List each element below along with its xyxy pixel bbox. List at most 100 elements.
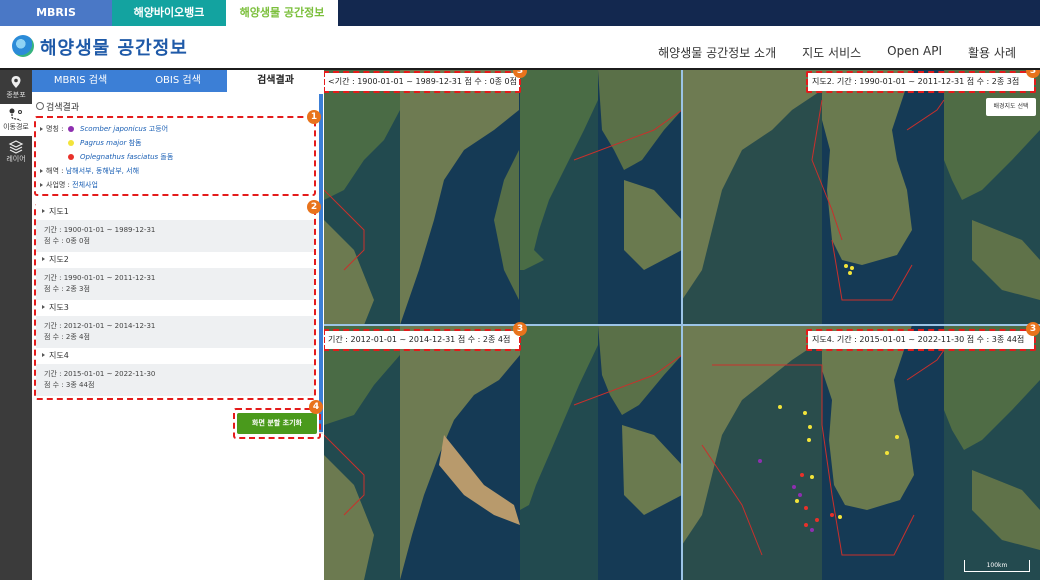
annotation-badge: 3 — [513, 322, 527, 336]
map-item-period: 기간 : 2012-01-01 ~ 2014-12-31 — [44, 322, 156, 330]
species-kor-name: 참돔 — [128, 139, 142, 147]
species-kor-name: 돌돔 — [160, 153, 174, 161]
expand-icon — [42, 257, 45, 261]
expand-icon — [40, 127, 43, 131]
satellite-map-3 — [324, 325, 682, 580]
basemap-select-button[interactable]: 배경지도 선택 — [986, 98, 1036, 116]
map-item-body: 기간 : 1990-01-01 ~ 2011-12-31 점 수 : 2종 3점 — [36, 268, 314, 300]
results-heading: 검색결과 — [36, 100, 79, 113]
map-item-body: 기간 : 2012-01-01 ~ 2014-12-31 점 수 : 2종 4점 — [36, 316, 314, 348]
site-tab-mbris[interactable]: MBRIS — [0, 0, 112, 26]
species-item: Oplegnathus fasciatus 돌돔 — [68, 152, 173, 162]
results-heading-text: 검색결과 — [46, 103, 80, 113]
species-sci-name: Pagrus major — [80, 139, 127, 147]
expand-icon — [42, 209, 45, 213]
layers-icon — [8, 140, 24, 154]
site-title[interactable]: 해양생물 공간정보 — [40, 34, 188, 60]
search-icon — [36, 102, 44, 110]
expand-icon — [42, 305, 45, 309]
species-sci-name: Oplegnathus fasciatus — [80, 153, 159, 161]
reset-split-button[interactable]: 화면 분할 초기화 — [237, 413, 317, 434]
tool-strip: 종분포 이동경로 레이어 — [0, 70, 32, 580]
panel-tabs: MBRIS 검색 OBIS 검색 검색결과 — [32, 70, 324, 92]
map-pane-3[interactable] — [324, 325, 682, 580]
map-item-period: 기간 : 1990-01-01 ~ 2011-12-31 — [44, 274, 156, 282]
species-item: Pagrus major 참돔 — [68, 138, 141, 148]
map-item-period: 기간 : 1900-01-01 ~ 1989-12-31 — [44, 226, 156, 234]
layers-button[interactable]: 레이어 — [0, 136, 32, 168]
map-item-header[interactable]: 지도4 — [36, 348, 314, 364]
main-nav: 해양생물 공간정보 소개 지도 서비스 Open API 활용 사례 — [658, 44, 1016, 61]
sea-area-criteria: 해역 : 남해서부, 동해남부, 서해 — [40, 166, 139, 176]
pane-divider-horizontal[interactable] — [324, 324, 1040, 326]
annotation-badge: 3 — [1026, 322, 1040, 336]
map-list-item[interactable]: 지도4 기간 : 2015-01-01 ~ 2022-11-30 점 수 : 3종… — [36, 348, 314, 396]
scrollbar-thumb[interactable] — [319, 94, 323, 432]
project-value: 전체사업 — [72, 181, 98, 189]
site-tab-biobank[interactable]: 해양바이오뱅크 — [112, 0, 226, 26]
map2-info-highlight — [806, 71, 1036, 93]
map-item-name: 지도1 — [49, 207, 69, 216]
expand-icon — [42, 353, 45, 357]
map-list-item[interactable]: 지도2 기간 : 1990-01-01 ~ 2011-12-31 점 수 : 2종… — [36, 252, 314, 300]
project-label: 사업명 : — [46, 181, 70, 189]
panel-scrollbar[interactable] — [319, 94, 323, 434]
satellite-map-4 — [682, 325, 1040, 580]
nav-open-api[interactable]: Open API — [887, 44, 942, 61]
map-item-name: 지도4 — [49, 351, 69, 360]
map-item-name: 지도3 — [49, 303, 69, 312]
map-pane-1[interactable] — [324, 70, 682, 325]
scale-bar: 100km — [964, 560, 1030, 572]
species-sci-name: Scomber japonicus — [80, 125, 147, 133]
map-item-count: 점 수 : 2종 4점 — [44, 333, 90, 341]
sea-label: 해역 : — [46, 167, 64, 175]
map-item-body: 기간 : 1900-01-01 ~ 1989-12-31 점 수 : 0종 0점 — [36, 220, 314, 252]
species-distribution-button[interactable]: 종분포 — [0, 72, 32, 104]
species-distribution-icon — [11, 76, 21, 88]
map-item-name: 지도2 — [49, 255, 69, 264]
nav-use-cases[interactable]: 활용 사례 — [968, 44, 1016, 61]
map-item-count: 점 수 : 0종 0점 — [44, 237, 90, 245]
strip-label-species: 종분포 — [6, 91, 26, 99]
map-pane-4[interactable] — [682, 325, 1040, 580]
tab-mbris-search[interactable]: MBRIS 검색 — [32, 70, 129, 92]
split-map-view[interactable]: <기간 : 1900-01-01 ~ 1989-12-31 점 수 : 0종 0… — [324, 70, 1040, 580]
strip-label-layers: 레이어 — [6, 155, 26, 163]
species-label-text: 명칭 : — [46, 125, 64, 133]
annotation-badge: 4 — [309, 400, 323, 414]
map1-info-highlight — [324, 71, 521, 93]
map-item-period: 기간 : 2015-01-01 ~ 2022-11-30 — [44, 370, 156, 378]
map4-info-highlight — [806, 329, 1036, 351]
sea-value: 남해서부, 동해남부, 서해 — [65, 167, 140, 175]
site-header: 해양생물 공간정보 해양생물 공간정보 소개 지도 서비스 Open API 활… — [0, 26, 1040, 68]
map-item-header[interactable]: 지도3 — [36, 300, 314, 316]
expand-icon — [40, 169, 43, 173]
species-item: Scomber japonicus 고등어 — [68, 124, 168, 134]
expand-icon — [40, 183, 43, 187]
project-criteria: 사업명 : 전체사업 — [40, 180, 98, 190]
map-list-item[interactable]: 지도1 기간 : 1900-01-01 ~ 1989-12-31 점 수 : 0종… — [36, 204, 314, 252]
search-panel: MBRIS 검색 OBIS 검색 검색결과 검색결과 명칭 : Scomber … — [32, 70, 324, 580]
map-item-body: 기간 : 2015-01-01 ~ 2022-11-30 점 수 : 3종 44점 — [36, 364, 314, 396]
route-button[interactable]: 이동경로 — [0, 104, 32, 136]
route-icon — [9, 108, 22, 122]
site-tabs: MBRIS 해양바이오뱅크 해양생물 공간정보 — [0, 0, 1040, 26]
map-list-item[interactable]: 지도3 기간 : 2012-01-01 ~ 2014-12-31 점 수 : 2종… — [36, 300, 314, 348]
map3-info-highlight — [324, 329, 521, 351]
site-tab-spatial[interactable]: 해양생물 공간정보 — [226, 0, 338, 26]
map-item-count: 점 수 : 3종 44점 — [44, 381, 95, 389]
tab-obis-search[interactable]: OBIS 검색 — [129, 70, 227, 92]
tab-search-results[interactable]: 검색결과 — [227, 70, 324, 92]
map-item-header[interactable]: 지도2 — [36, 252, 314, 268]
logo-icon — [12, 35, 34, 57]
map-item-count: 점 수 : 2종 3점 — [44, 285, 90, 293]
map-item-header[interactable]: 지도1 — [36, 204, 314, 220]
legend-dot-icon — [68, 154, 74, 160]
species-kor-name: 고등어 — [148, 125, 169, 133]
annotation-badge: 2 — [307, 200, 321, 214]
nav-map-service[interactable]: 지도 서비스 — [802, 44, 861, 61]
species-label: 명칭 : — [40, 124, 63, 134]
strip-label-route: 이동경로 — [3, 123, 29, 131]
nav-about[interactable]: 해양생물 공간정보 소개 — [658, 44, 776, 61]
annotation-badge: 1 — [307, 110, 321, 124]
